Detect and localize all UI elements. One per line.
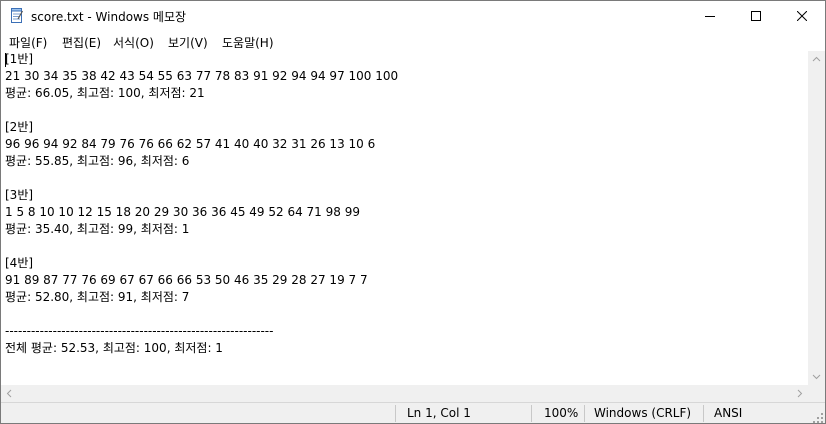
status-cursor-position: Ln 1, Col 1 xyxy=(407,406,471,420)
scroll-left-arrow-icon[interactable] xyxy=(1,385,18,402)
notepad-window: score.txt - Windows 메모장 파일(F) 편집(E) 서식(O… xyxy=(0,0,826,424)
menu-view[interactable]: 보기(V) xyxy=(168,34,208,51)
scroll-down-arrow-icon[interactable] xyxy=(808,368,825,385)
status-bar: Ln 1, Col 1 100% Windows (CRLF) ANSI xyxy=(1,402,825,423)
maximize-button[interactable] xyxy=(733,1,779,31)
status-encoding: ANSI xyxy=(714,406,743,420)
horizontal-scrollbar[interactable] xyxy=(1,385,808,402)
scroll-right-arrow-icon[interactable] xyxy=(791,385,808,402)
resize-grip-icon[interactable] xyxy=(812,409,824,423)
notepad-icon xyxy=(10,8,24,23)
status-divider xyxy=(395,405,396,422)
status-divider xyxy=(703,405,704,422)
minimize-button[interactable] xyxy=(687,1,733,31)
vertical-scrollbar[interactable] xyxy=(808,51,825,385)
title-bar[interactable]: score.txt - Windows 메모장 xyxy=(1,1,825,31)
close-icon xyxy=(797,11,807,21)
menu-edit[interactable]: 편집(E) xyxy=(62,34,101,51)
scrollbar-corner xyxy=(808,385,825,402)
status-line-ending: Windows (CRLF) xyxy=(594,406,692,420)
window-title: score.txt - Windows 메모장 xyxy=(31,10,187,24)
editor-text[interactable]: [1반] 21 30 34 35 38 42 43 54 55 63 77 78… xyxy=(1,51,807,357)
close-button[interactable] xyxy=(779,1,825,31)
text-caret xyxy=(5,53,6,67)
status-divider xyxy=(531,405,532,422)
status-zoom: 100% xyxy=(544,406,579,420)
text-editor[interactable]: [1반] 21 30 34 35 38 42 43 54 55 63 77 78… xyxy=(1,51,807,384)
menu-bar: 파일(F) 편집(E) 서식(O) 보기(V) 도움말(H) xyxy=(1,31,825,51)
menu-help[interactable]: 도움말(H) xyxy=(222,34,274,51)
menu-format[interactable]: 서식(O) xyxy=(113,34,154,51)
scroll-up-arrow-icon[interactable] xyxy=(808,51,825,68)
maximize-icon xyxy=(751,11,761,21)
minimize-icon xyxy=(705,16,715,17)
menu-file[interactable]: 파일(F) xyxy=(9,34,47,51)
status-divider xyxy=(584,405,585,422)
